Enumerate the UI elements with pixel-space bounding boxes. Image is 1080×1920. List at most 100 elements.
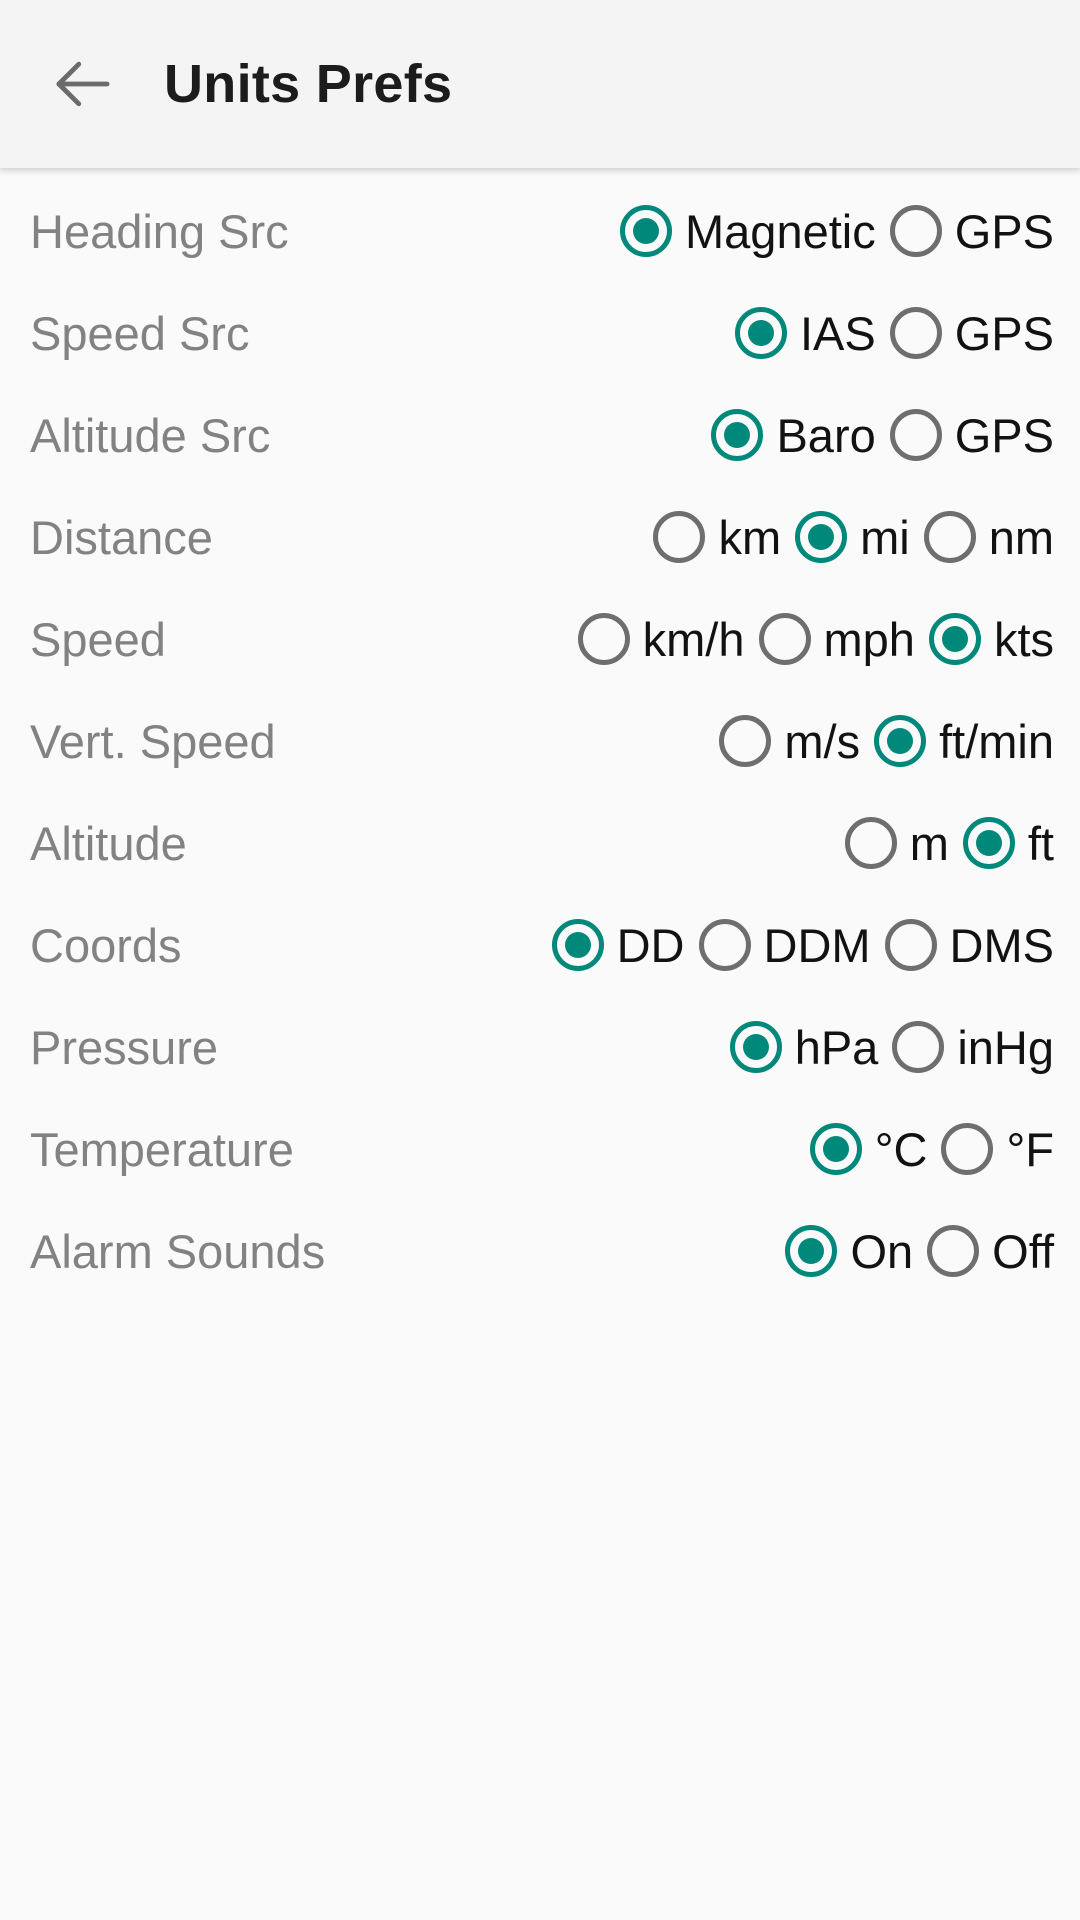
pref-row: Heading Src Magnetic GPS [0,180,1080,282]
pref-row-label: Vert. Speed [30,714,276,768]
radio-option[interactable]: ft/min [874,715,1054,767]
pref-row-label: Alarm Sounds [30,1224,326,1278]
radio-group: DD DDM DMS [551,918,1054,972]
radio-option[interactable]: km [653,511,781,563]
radio-option[interactable]: °F [941,1123,1054,1175]
radio-group: On Off [785,1225,1054,1277]
pref-row: Altitude Src Baro GPS [0,384,1080,486]
radio-selected-icon[interactable] [729,1021,782,1073]
radio-unselected-icon[interactable] [653,511,706,563]
radio-unselected-icon[interactable] [884,919,937,971]
radio-option[interactable]: Off [927,1225,1054,1277]
radio-option[interactable]: Magnetic [620,205,876,257]
radio-option-label: ft [1027,816,1054,870]
pref-row-label: Altitude Src [30,408,271,462]
radio-selected-icon[interactable] [711,409,764,461]
radio-unselected-icon[interactable] [889,205,942,257]
radio-option[interactable]: hPa [729,1021,878,1073]
radio-group: hPa inHg [729,1021,1054,1073]
radio-option[interactable]: GPS [889,204,1054,258]
radio-option-label: DD [616,918,685,972]
radio-selected-icon[interactable] [809,1123,862,1175]
radio-unselected-icon[interactable] [719,715,772,767]
back-button[interactable] [28,29,138,139]
pref-row: Speed Src IAS GPS [0,282,1080,384]
radio-group: km mi nm [653,511,1054,563]
radio-selected-icon[interactable] [785,1225,838,1277]
radio-option[interactable]: DMS [884,918,1054,972]
pref-row-label: Distance [30,510,213,564]
pref-row: Temperature °C °F [0,1098,1080,1200]
radio-unselected-icon[interactable] [698,919,751,971]
radio-option-label: mi [860,510,910,564]
radio-option-label: ft/min [939,714,1054,768]
radio-unselected-icon[interactable] [889,409,942,461]
radio-unselected-icon[interactable] [941,1123,994,1175]
radio-unselected-icon[interactable] [844,817,897,869]
radio-option[interactable]: GPS [889,306,1054,360]
radio-option-label: GPS [954,204,1054,258]
radio-selected-icon[interactable] [795,511,848,563]
radio-selected-icon[interactable] [874,715,927,767]
radio-option-label: mph [823,612,915,666]
radio-unselected-icon[interactable] [927,1225,980,1277]
radio-selected-icon[interactable] [620,205,673,257]
radio-group: °C °F [809,1123,1054,1175]
radio-option-label: nm [988,510,1054,564]
pref-row-label: Temperature [30,1122,294,1176]
radio-option-label: On [850,1224,914,1278]
radio-option-label: DMS [949,918,1054,972]
radio-option[interactable]: °C [809,1123,927,1175]
radio-option[interactable]: mi [795,511,910,563]
radio-option[interactable]: m [844,816,949,870]
radio-option[interactable]: IAS [734,306,876,360]
radio-option-label: Baro [776,408,876,462]
radio-option[interactable]: On [785,1225,913,1277]
radio-unselected-icon[interactable] [923,511,976,563]
radio-option[interactable]: ft [962,816,1054,870]
pref-row: Speed km/h mph kts [0,588,1080,690]
radio-option-label: DDM [763,918,871,972]
radio-group: Magnetic GPS [620,205,1054,257]
radio-unselected-icon[interactable] [889,307,942,359]
radio-selected-icon[interactable] [962,817,1015,869]
radio-group: Baro GPS [711,409,1054,461]
pref-row: Alarm Sounds On Off [0,1200,1080,1302]
arrow-left-icon [49,50,117,118]
pref-row-label: Coords [30,918,182,972]
radio-option-label: m/s [784,714,861,768]
radio-option-label: km/h [642,612,745,666]
app-bar: Units Prefs [0,0,1080,168]
radio-option-label: GPS [954,408,1054,462]
radio-option[interactable]: nm [923,510,1054,564]
radio-option[interactable]: DDM [698,918,871,972]
radio-unselected-icon[interactable] [892,1021,945,1073]
radio-unselected-icon[interactable] [577,613,630,665]
radio-option-label: °F [1006,1122,1054,1176]
radio-selected-icon[interactable] [928,613,981,665]
radio-option[interactable]: DD [551,918,685,972]
radio-group: m/s ft/min [719,715,1054,767]
radio-option-label: IAS [799,306,876,360]
pref-row-label: Altitude [30,816,187,870]
radio-group: km/h mph kts [577,612,1054,666]
radio-option[interactable]: m/s [719,715,860,767]
radio-option-label: km [718,510,782,564]
pref-row-label: Speed [30,612,166,666]
radio-option-label: inHg [957,1020,1054,1074]
radio-selected-icon[interactable] [734,307,787,359]
radio-option[interactable]: Baro [711,408,876,462]
radio-option[interactable]: mph [758,612,915,666]
radio-group: m ft [844,816,1054,870]
radio-unselected-icon[interactable] [758,613,811,665]
radio-selected-icon[interactable] [551,919,604,971]
pref-row-label: Pressure [30,1020,219,1074]
radio-option[interactable]: km/h [577,612,745,666]
radio-option[interactable]: GPS [889,408,1054,462]
units-prefs-list: Heading Src Magnetic GPS Speed Src IAS GPS Alt… [0,168,1080,1302]
radio-option-label: GPS [954,306,1054,360]
radio-option-label: m [909,816,949,870]
radio-option[interactable]: inHg [892,1021,1054,1073]
pref-row: Pressure hPa inHg [0,996,1080,1098]
radio-option[interactable]: kts [928,613,1054,665]
